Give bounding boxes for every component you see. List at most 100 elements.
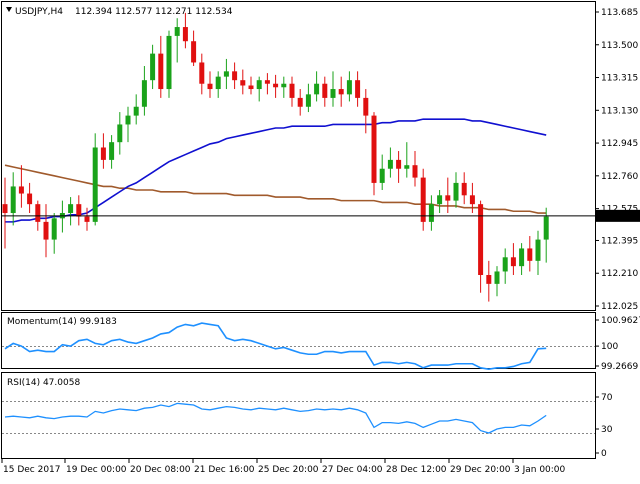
rsi-line [4, 402, 547, 434]
candle-body [412, 165, 418, 178]
candle-body [404, 165, 410, 169]
time-tick-label: 19 Dec 00:00 [66, 465, 127, 475]
chart-header-symbol: USDJPY,H4 [15, 7, 63, 17]
candle-body [355, 80, 361, 98]
price-tick-label: 113.500 [601, 41, 638, 51]
candle-body [215, 76, 221, 90]
rsi-tick-label: 70 [601, 393, 613, 403]
rsi-axis: 70 30 0 [595, 393, 613, 459]
candle-body [510, 257, 516, 267]
candle-body [133, 106, 139, 116]
candle-body [256, 80, 262, 90]
candle-body [109, 142, 115, 160]
moving-averages [4, 118, 547, 223]
candle-body [141, 80, 147, 107]
rsi-panel[interactable] [1, 372, 596, 459]
rsi-series [4, 402, 547, 434]
candle-body [273, 83, 279, 88]
candle-body [289, 83, 295, 98]
momentum-axis: 100.9627 100 99.2669 [595, 316, 640, 372]
candle-body [84, 216, 90, 222]
candles [2, 12, 549, 302]
candle-body [437, 195, 443, 205]
candle-body [240, 80, 246, 86]
sma-fast-line [5, 118, 547, 223]
time-tick-label: 28 Dec 12:00 [386, 465, 447, 475]
candle-body [519, 248, 525, 267]
price-tick-label: 113.685 [601, 8, 638, 18]
candle-body [117, 124, 123, 143]
candle-body [445, 195, 451, 201]
candle-body [478, 204, 484, 276]
candle-body [461, 182, 467, 196]
candle-body [150, 53, 156, 81]
candle-body [76, 204, 82, 217]
price-axis[interactable]: 113.685 113.500 113.315 113.130 112.945 112.7… [595, 8, 638, 312]
candle-body [379, 168, 385, 183]
chart-header-ohlc: 112.394 112.577 112.271 112.534 [75, 7, 233, 17]
candle-body [420, 177, 426, 222]
candle-body [248, 85, 254, 90]
candle-body [2, 204, 8, 214]
candle-body [27, 193, 33, 205]
candle-body [469, 195, 475, 205]
candle-body [428, 204, 434, 222]
price-tick-label: 112.025 [601, 302, 638, 312]
candle-body [223, 71, 229, 77]
candle-body [51, 218, 57, 240]
candle-body [387, 159, 393, 169]
candle-body [18, 186, 24, 194]
rsi-tick-label: 30 [601, 425, 613, 435]
momentum-tick-label: 100.9627 [601, 316, 640, 326]
candle-body [100, 147, 106, 160]
time-tick-label: 27 Dec 04:00 [322, 465, 383, 475]
price-tick-label: 112.760 [601, 172, 638, 182]
candle-body [396, 159, 402, 169]
candle-body [486, 275, 492, 284]
momentum-label: Momentum(14) 99.9183 [7, 317, 117, 327]
candle-body [535, 239, 541, 261]
current-price-label: 112.534 [599, 212, 636, 222]
time-tick-label: 21 Dec 16:00 [194, 465, 255, 475]
candle-body [166, 35, 172, 90]
momentum-tick-label: 99.2669 [601, 362, 638, 372]
candle-body [35, 204, 41, 222]
time-tick-label: 25 Dec 20:00 [258, 465, 319, 475]
time-tick-label: 20 Dec 08:00 [130, 465, 191, 475]
price-tick-label: 113.130 [601, 106, 638, 116]
chart-canvas[interactable]: USDJPY,H4 112.394 112.577 112.271 112.53… [0, 0, 640, 480]
candle-body [502, 257, 508, 272]
time-axis[interactable]: 15 Dec 2017 19 Dec 00:00 20 Dec 08:00 21 De… [1, 459, 566, 475]
candle-body [199, 62, 205, 84]
time-tick-label: 15 Dec 2017 [3, 465, 61, 475]
time-tick-label: 3 Jan 00:00 [514, 465, 566, 475]
candle-body [330, 89, 336, 98]
price-tick-label: 113.315 [601, 74, 638, 84]
candle-body [453, 182, 459, 201]
candle-body [494, 271, 500, 284]
candle-body [191, 41, 197, 63]
price-tick-label: 112.210 [601, 269, 638, 279]
candle-body [182, 27, 188, 42]
candle-body [314, 83, 320, 95]
candle-body [305, 94, 311, 107]
candle-body [43, 221, 49, 240]
candle-body [68, 204, 74, 214]
candle-body [207, 83, 213, 90]
candle-body [371, 115, 377, 183]
candle-body [10, 186, 16, 214]
dropdown-triangle-icon[interactable] [6, 7, 12, 12]
candle-body [338, 89, 344, 95]
momentum-tick-label: 100 [601, 342, 618, 352]
candle-body [297, 97, 303, 107]
chart-window[interactable]: USDJPY,H4 112.394 112.577 112.271 112.53… [0, 0, 640, 480]
candle-body [527, 248, 533, 261]
candle-body [264, 80, 270, 84]
candle-body [232, 71, 238, 81]
time-tick-label: 29 Dec 20:00 [450, 465, 511, 475]
candle-body [346, 80, 352, 95]
rsi-label: RSI(14) 47.0058 [7, 378, 80, 388]
candle-body [322, 83, 328, 98]
candle-body [125, 115, 131, 125]
candle-body [174, 27, 180, 36]
